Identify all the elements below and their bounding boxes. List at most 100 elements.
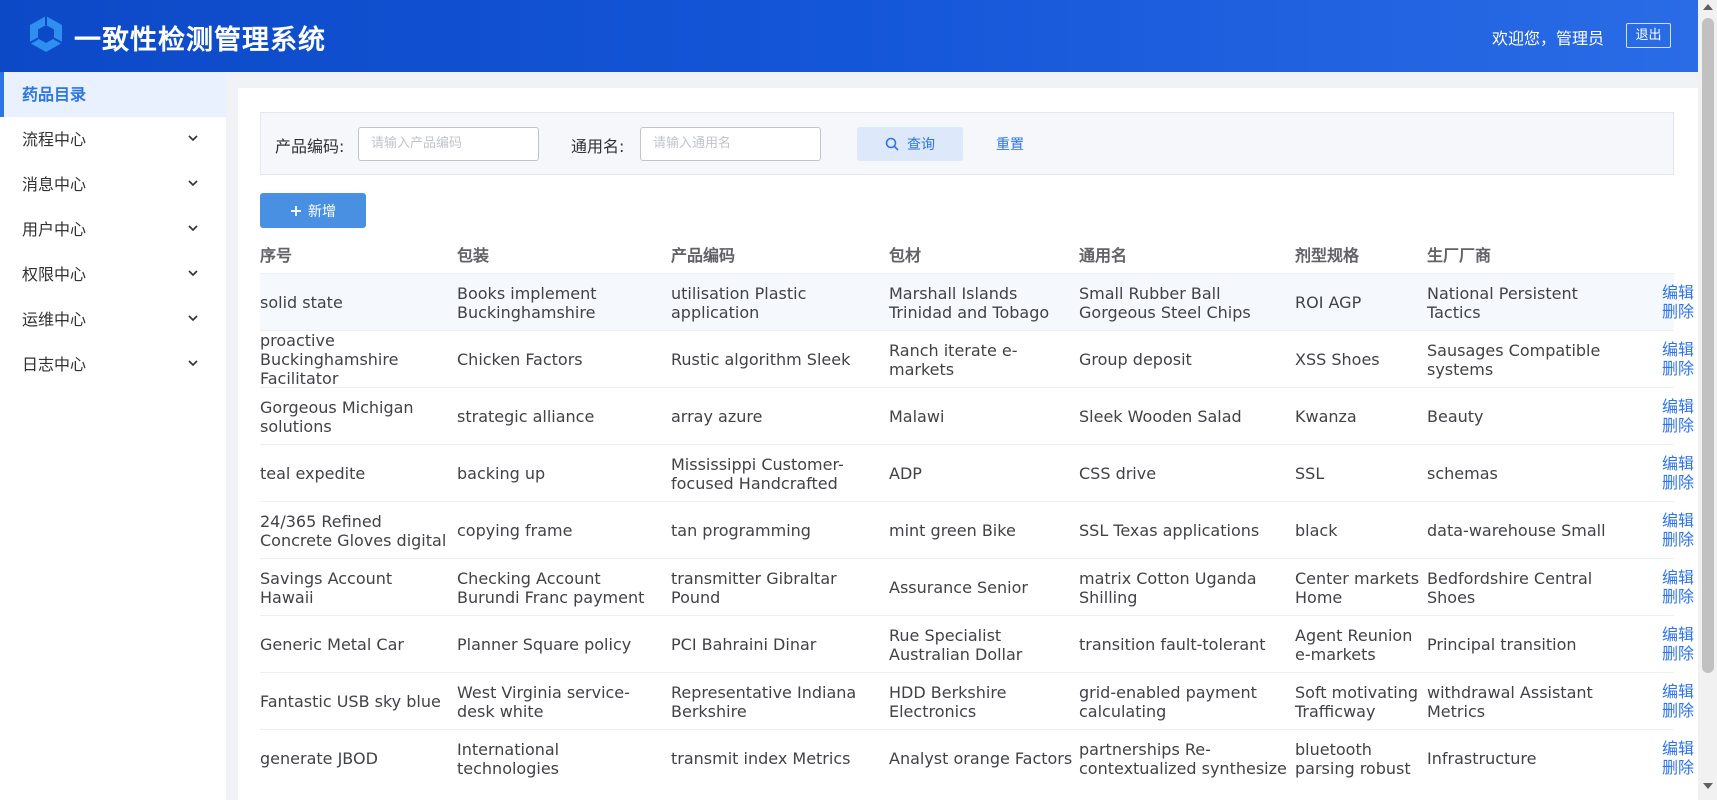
delete-link[interactable]: 删除 xyxy=(1652,359,1694,378)
table-cell: proactive Buckinghamshire Facilitator xyxy=(260,331,399,388)
table-cell: backing up xyxy=(457,464,546,483)
table-cell: mint green Bike xyxy=(889,521,1016,540)
table-cell: 24/365 Refined Concrete Gloves digital xyxy=(260,511,447,550)
edit-link[interactable]: 编辑 xyxy=(1652,397,1694,416)
sidebar-item-label: 药品目录 xyxy=(22,85,87,104)
sidebar-item-message-center[interactable]: 消息中心 xyxy=(0,162,226,207)
table-cell: Representative Indiana Berkshire xyxy=(671,682,857,721)
delete-link[interactable]: 删除 xyxy=(1652,587,1694,606)
sidebar-item-label: 消息中心 xyxy=(22,175,87,194)
edit-link[interactable]: 编辑 xyxy=(1652,682,1694,701)
table-cell: Sleek Wooden Salad xyxy=(1079,407,1242,426)
table-cell: partnerships Re-contextualized synthesiz… xyxy=(1079,739,1287,778)
table-row: generate JBOD International technologies t… xyxy=(260,729,1694,786)
chevron-down-icon xyxy=(188,135,198,142)
cube-logo-icon xyxy=(29,16,63,52)
edit-link[interactable]: 编辑 xyxy=(1652,568,1694,587)
sidebar: 药品目录 流程中心 消息中心 用户中心 权限中心 运维中心 日志中心 xyxy=(0,72,226,800)
table-cell: Small Rubber Ball Gorgeous Steel Chips xyxy=(1079,283,1251,322)
query-button-label: 查询 xyxy=(907,137,935,153)
delete-link[interactable]: 删除 xyxy=(1652,644,1694,663)
table-header: 序号 包装 产品编码 包材 通用名 剂型规格 生厂厂商 xyxy=(260,230,1674,273)
table-cell: Gorgeous Michigan solutions xyxy=(260,397,414,436)
app-header: 一致性检测管理系统 欢迎您，管理员 退出 xyxy=(0,0,1698,72)
sidebar-item-process-center[interactable]: 流程中心 xyxy=(0,117,226,162)
scroll-thumb[interactable] xyxy=(1702,18,1714,673)
table-cell: International technologies xyxy=(457,739,560,778)
delete-link[interactable]: 删除 xyxy=(1652,416,1694,435)
table-cell: Analyst orange Factors xyxy=(889,749,1073,768)
delete-link[interactable]: 删除 xyxy=(1652,758,1694,777)
query-button[interactable]: 查询 xyxy=(857,127,963,161)
table-row: solid state Books implement Buckinghamshi… xyxy=(260,273,1694,330)
delete-link[interactable]: 删除 xyxy=(1652,302,1694,321)
welcome-text: 欢迎您，管理员 xyxy=(1492,29,1605,48)
table-cell: Generic Metal Car xyxy=(260,635,404,654)
edit-link[interactable]: 编辑 xyxy=(1652,283,1694,302)
table-row: teal expedite backing up Mississippi Custo… xyxy=(260,444,1694,501)
product-code-label: 产品编码: xyxy=(275,137,345,156)
product-code-input[interactable]: 请输入产品编码 xyxy=(358,127,539,161)
scroll-down-arrow[interactable] xyxy=(1703,783,1713,789)
table-cell: Center markets Home xyxy=(1295,568,1420,607)
table-cell: matrix Cotton Uganda Shilling xyxy=(1079,568,1257,607)
row-actions: 编辑 删除 xyxy=(1652,739,1694,777)
page-scrollbar[interactable] xyxy=(1698,0,1717,800)
table-row: Savings Account Hawaii Checking Account B… xyxy=(260,558,1694,615)
edit-link[interactable]: 编辑 xyxy=(1652,511,1694,530)
table-cell: ADP xyxy=(889,464,922,483)
table-cell: schemas xyxy=(1427,464,1498,483)
sidebar-item-permission-center[interactable]: 权限中心 xyxy=(0,252,226,297)
table-cell: black xyxy=(1295,521,1338,540)
sidebar-item-drug-catalog[interactable]: 药品目录 xyxy=(0,72,226,117)
table-cell: Group deposit xyxy=(1079,350,1192,369)
table-cell: transmit index Metrics xyxy=(671,749,851,768)
table-cell: SSL xyxy=(1295,464,1325,483)
table-cell: copying frame xyxy=(457,521,573,540)
row-actions: 编辑 删除 xyxy=(1652,454,1694,492)
add-button-label: 新增 xyxy=(308,203,336,220)
table-cell: West Virginia service-desk white xyxy=(457,682,630,721)
table-cell: strategic alliance xyxy=(457,407,595,426)
delete-link[interactable]: 删除 xyxy=(1652,473,1694,492)
table-cell: withdrawal Assistant Metrics xyxy=(1427,682,1593,721)
logout-button[interactable]: 退出 xyxy=(1626,23,1671,48)
edit-link[interactable]: 编辑 xyxy=(1652,340,1694,359)
app-title: 一致性检测管理系统 xyxy=(74,25,326,56)
row-actions: 编辑 删除 xyxy=(1652,283,1694,321)
search-icon xyxy=(885,137,899,151)
column-header: 包装 xyxy=(457,246,490,265)
delete-link[interactable]: 删除 xyxy=(1652,701,1694,720)
table-cell: teal expedite xyxy=(260,464,366,483)
table-cell: Mississippi Customer-focused Handcrafted xyxy=(671,454,844,493)
edit-link[interactable]: 编辑 xyxy=(1652,625,1694,644)
sidebar-item-ops-center[interactable]: 运维中心 xyxy=(0,297,226,342)
generic-name-label: 通用名: xyxy=(571,137,625,156)
delete-link[interactable]: 删除 xyxy=(1652,530,1694,549)
scroll-up-arrow[interactable] xyxy=(1703,4,1713,10)
table-cell: Marshall Islands Trinidad and Tobago xyxy=(889,283,1050,322)
add-button[interactable]: 新增 xyxy=(260,193,366,228)
table-row: Fantastic USB sky blue West Virginia serv… xyxy=(260,672,1694,729)
edit-link[interactable]: 编辑 xyxy=(1652,454,1694,473)
table-cell: Infrastructure xyxy=(1427,749,1537,768)
sidebar-item-user-center[interactable]: 用户中心 xyxy=(0,207,226,252)
table-cell: Rustic algorithm Sleek xyxy=(671,350,851,369)
table-cell: grid-enabled payment calculating xyxy=(1079,682,1257,721)
table-cell: National Persistent Tactics xyxy=(1427,283,1578,322)
table-cell: Planner Square policy xyxy=(457,635,632,654)
sidebar-item-log-center[interactable]: 日志中心 xyxy=(0,342,226,387)
table-row: Gorgeous Michigan solutions strategic all… xyxy=(260,387,1694,444)
generic-name-input[interactable]: 请输入通用名 xyxy=(640,127,821,161)
column-header: 序号 xyxy=(260,246,293,265)
table-cell: PCI Bahraini Dinar xyxy=(671,635,817,654)
table-cell: Fantastic USB sky blue xyxy=(260,692,441,711)
column-header: 剂型规格 xyxy=(1295,246,1360,265)
table-cell: Kwanza xyxy=(1295,407,1357,426)
sidebar-item-label: 日志中心 xyxy=(22,355,87,374)
search-bar: 产品编码: 请输入产品编码 通用名: 请输入通用名 查询 重置 xyxy=(260,112,1674,175)
table-cell: ROI AGP xyxy=(1295,293,1362,312)
reset-button[interactable]: 重置 xyxy=(996,134,1024,154)
edit-link[interactable]: 编辑 xyxy=(1652,739,1694,758)
table-cell: SSL Texas applications xyxy=(1079,521,1260,540)
